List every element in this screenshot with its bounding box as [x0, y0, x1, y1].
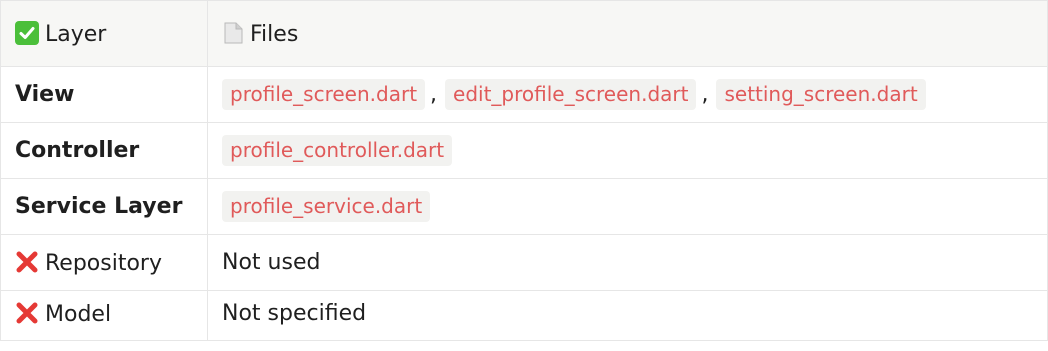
row-layer-label: Repository — [45, 250, 162, 276]
layer-files-table: Layer Files View profile_screen.dart, edi… — [0, 0, 1048, 341]
row-files-view: profile_screen.dart, edit_profile_screen.… — [207, 66, 1048, 123]
file-separator: , — [430, 82, 438, 107]
table-header-row: Layer Files — [0, 0, 1048, 67]
table-row: View profile_screen.dart, edit_profile_sc… — [0, 66, 1048, 123]
table-row: Model Not specified — [0, 290, 1048, 341]
red-cross-icon — [15, 301, 39, 325]
row-layer-label: Model — [45, 302, 112, 327]
header-layer-label: Layer — [45, 21, 107, 47]
file-separator: , — [701, 82, 709, 107]
row-layer-model: Model — [0, 290, 208, 341]
file-chip: profile_service.dart — [222, 191, 431, 222]
file-chip: edit_profile_screen.dart — [445, 79, 697, 110]
header-files: Files — [207, 0, 1048, 67]
red-cross-icon — [15, 250, 39, 274]
file-chip: profile_controller.dart — [222, 135, 453, 166]
document-icon — [222, 21, 244, 45]
header-layer: Layer — [0, 0, 208, 67]
row-layer-service: Service Layer — [0, 178, 208, 235]
check-mark-icon — [15, 20, 39, 45]
row-files-controller: profile_controller.dart — [207, 122, 1048, 179]
row-files-service: profile_service.dart — [207, 178, 1048, 235]
row-layer-repository: Repository — [0, 234, 208, 291]
table-row: Repository Not used — [0, 234, 1048, 291]
header-files-label: Files — [250, 21, 299, 47]
table-row: Controller profile_controller.dart — [0, 122, 1048, 179]
row-files-model: Not specified — [207, 290, 1048, 341]
table-row: Service Layer profile_service.dart — [0, 178, 1048, 235]
row-layer-view: View — [0, 66, 208, 123]
row-files-repository: Not used — [207, 234, 1048, 291]
row-layer-controller: Controller — [0, 122, 208, 179]
file-chip: profile_screen.dart — [222, 79, 426, 110]
file-chip: setting_screen.dart — [716, 79, 926, 110]
